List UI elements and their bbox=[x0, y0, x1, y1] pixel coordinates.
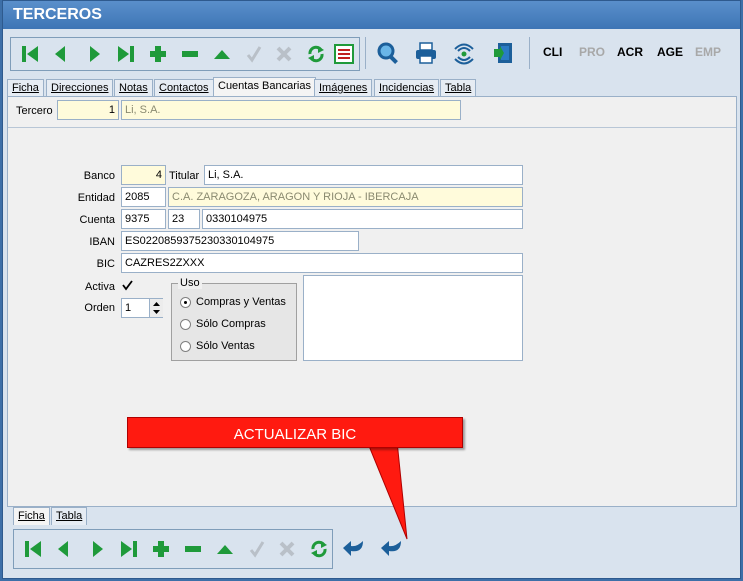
last-record-icon[interactable] bbox=[113, 41, 139, 67]
title-bar: TERCEROS bbox=[3, 1, 740, 29]
delete-icon[interactable] bbox=[177, 41, 203, 67]
main-toolbar bbox=[10, 37, 360, 71]
bic-field[interactable]: CAZRES2ZXXX bbox=[121, 253, 523, 273]
spinner-arrows-icon bbox=[153, 302, 160, 314]
tab-imagenes[interactable]: Imágenes bbox=[314, 79, 373, 97]
activa-checkbox[interactable] bbox=[121, 279, 134, 292]
add-icon[interactable] bbox=[145, 41, 171, 67]
uso-option-label: Compras y Ventas bbox=[196, 296, 286, 308]
tercero-name-field[interactable]: Li, S.A. bbox=[121, 100, 461, 120]
entidad-code-field[interactable]: 2085 bbox=[121, 187, 166, 207]
next-record-icon[interactable] bbox=[85, 536, 111, 562]
tab-incidencias[interactable]: Incidencias bbox=[374, 79, 440, 97]
refresh-icon[interactable] bbox=[306, 536, 332, 562]
tab-tabla[interactable]: Tabla bbox=[440, 79, 477, 97]
wireless-icon[interactable] bbox=[451, 40, 477, 66]
mode-pro[interactable]: PRO bbox=[579, 45, 605, 59]
tab-contactos[interactable]: Contactos bbox=[154, 79, 214, 97]
mode-age[interactable]: AGE bbox=[657, 45, 683, 59]
tab-ficha[interactable]: Ficha bbox=[7, 79, 44, 97]
window: TERCEROS CLI PRO ACR AGE EMP Ficha Direc… bbox=[2, 0, 741, 579]
tercero-id-field[interactable]: 1 bbox=[57, 100, 119, 120]
iban-label: IBAN bbox=[89, 236, 115, 248]
tab-cuentas-bancarias[interactable]: Cuentas Bancarias bbox=[213, 77, 316, 97]
cancel-x-icon[interactable] bbox=[271, 41, 297, 67]
delete-icon[interactable] bbox=[180, 536, 206, 562]
toolbar-separator bbox=[529, 37, 530, 69]
radio-dot bbox=[180, 296, 191, 308]
window-title: TERCEROS bbox=[13, 6, 102, 23]
radio-dot bbox=[180, 318, 191, 330]
uso-radio-solo-compras[interactable]: Sólo Compras bbox=[180, 318, 266, 330]
mode-emp[interactable]: EMP bbox=[695, 45, 721, 59]
uso-option-label: Sólo Ventas bbox=[196, 340, 255, 352]
orden-spinner[interactable] bbox=[149, 299, 163, 317]
confirm-check-icon[interactable] bbox=[241, 41, 267, 67]
banco-field[interactable]: 4 bbox=[121, 165, 166, 185]
first-record-icon[interactable] bbox=[20, 536, 46, 562]
radio-dot bbox=[180, 340, 191, 352]
entidad-name-field[interactable]: C.A. ZARAGOZA, ARAGON Y RIOJA - IBERCAJA bbox=[168, 187, 523, 207]
bottom-toolbar bbox=[13, 529, 333, 569]
search-icon[interactable] bbox=[375, 40, 401, 66]
cuenta-numero-field[interactable]: 0330104975 bbox=[202, 209, 523, 229]
titular-field[interactable]: Li, S.A. bbox=[204, 165, 523, 185]
callout-text: ACTUALIZAR BIC bbox=[233, 426, 357, 443]
mode-acr[interactable]: ACR bbox=[617, 45, 643, 59]
tab-notas[interactable]: Notas bbox=[114, 79, 153, 97]
print-icon[interactable] bbox=[413, 40, 439, 66]
cuenta-label: Cuenta bbox=[79, 214, 115, 226]
last-record-icon[interactable] bbox=[116, 536, 142, 562]
add-icon[interactable] bbox=[148, 536, 174, 562]
first-record-icon[interactable] bbox=[17, 41, 43, 67]
uso-radio-compras-ventas[interactable]: Compras y Ventas bbox=[180, 296, 286, 308]
exit-door-icon[interactable] bbox=[491, 40, 517, 66]
notes-textarea[interactable] bbox=[303, 275, 523, 361]
uso-option-label: Sólo Compras bbox=[196, 318, 266, 330]
banco-label: Banco bbox=[83, 170, 115, 182]
uso-radio-solo-ventas[interactable]: Sólo Ventas bbox=[180, 340, 255, 352]
previous-record-icon[interactable] bbox=[50, 536, 76, 562]
callout-arrow bbox=[366, 441, 408, 540]
tab-direcciones[interactable]: Direcciones bbox=[46, 79, 114, 97]
titular-label: Titular bbox=[169, 170, 200, 182]
tercero-label: Tercero bbox=[16, 105, 53, 117]
entidad-label: Entidad bbox=[77, 192, 115, 204]
return-arrow-icon[interactable] bbox=[379, 535, 405, 561]
cuenta-dc-field[interactable]: 23 bbox=[168, 209, 200, 229]
edit-up-icon[interactable] bbox=[212, 536, 238, 562]
bottom-tab-ficha[interactable]: Ficha bbox=[13, 507, 50, 525]
confirm-check-icon[interactable] bbox=[244, 536, 270, 562]
divider bbox=[8, 127, 736, 128]
next-record-icon[interactable] bbox=[82, 41, 108, 67]
cancel-x-icon[interactable] bbox=[274, 536, 300, 562]
list-report-icon[interactable] bbox=[331, 41, 357, 67]
activa-label: Activa bbox=[85, 281, 115, 293]
bottom-tab-tabla[interactable]: Tabla bbox=[51, 507, 88, 525]
edit-up-icon[interactable] bbox=[209, 41, 235, 67]
previous-record-icon[interactable] bbox=[47, 41, 73, 67]
orden-label: Orden bbox=[84, 302, 115, 314]
undo-arrow-icon[interactable] bbox=[341, 535, 367, 561]
mode-cli[interactable]: CLI bbox=[543, 45, 562, 59]
cuenta-oficina-field[interactable]: 9375 bbox=[121, 209, 166, 229]
refresh-icon[interactable] bbox=[303, 41, 329, 67]
callout-box: ACTUALIZAR BIC bbox=[127, 417, 463, 448]
iban-field[interactable]: ES0220859375230330104975 bbox=[121, 231, 359, 251]
toolbar-separator bbox=[365, 37, 366, 69]
uso-label: Uso bbox=[178, 277, 202, 289]
bic-label: BIC bbox=[96, 258, 115, 270]
